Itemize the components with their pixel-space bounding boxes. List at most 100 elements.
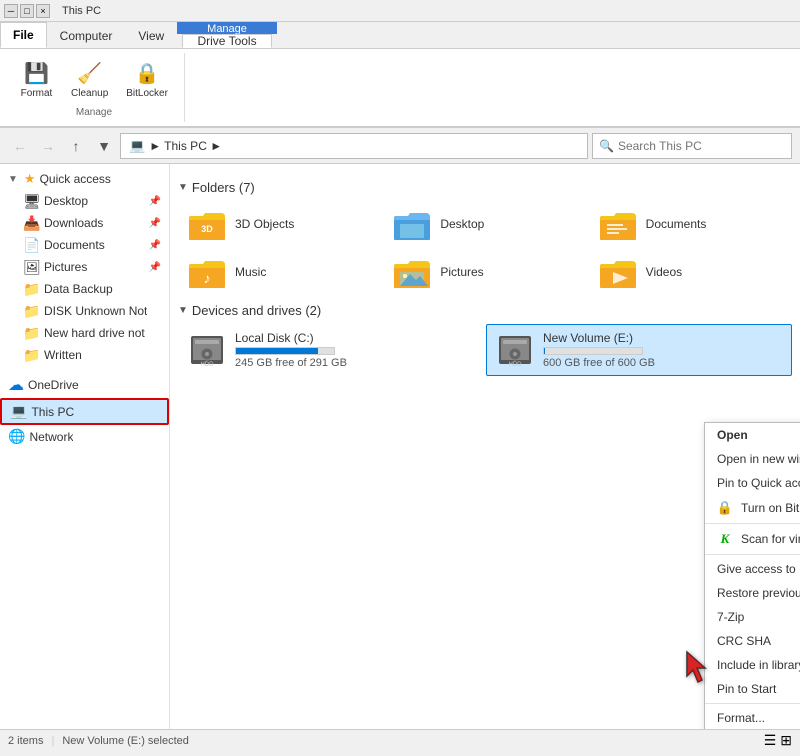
sidebar-item-downloads[interactable]: 📥 Downloads 📌 (0, 212, 169, 234)
ribbon-btn-cleanup[interactable]: 🧹 Cleanup (65, 57, 114, 103)
sidebar-item-quick-access[interactable]: ▼ ★ Quick access (0, 168, 169, 190)
new-hard-drive-icon: 📁 (24, 325, 40, 341)
ctx-7zip[interactable]: 7-Zip ► (705, 605, 800, 629)
sidebar-item-data-backup[interactable]: 📁 Data Backup (0, 278, 169, 300)
forward-btn[interactable]: → (36, 134, 60, 158)
ctx-open-new-window[interactable]: Open in new window (705, 447, 800, 471)
folder-item-desktop[interactable]: Desktop (383, 201, 586, 247)
ctx-pin-quick-access[interactable]: Pin to Quick access (705, 471, 800, 495)
close-btn[interactable]: × (36, 4, 50, 18)
address-path: ► This PC ► (149, 139, 222, 153)
ctx-include-library-label: Include in library (717, 658, 800, 672)
tab-drive-tools[interactable]: Drive Tools (182, 34, 271, 48)
folders-section-label: Folders (7) (192, 180, 255, 195)
ctx-bitlocker[interactable]: 🔒 Turn on BitLocker (705, 495, 800, 521)
ribbon-btn-bitlocker[interactable]: 🔒 BitLocker (120, 57, 174, 103)
sidebar-item-this-pc[interactable]: 💻 This PC (0, 398, 169, 425)
status-items-count: 2 items (8, 735, 43, 747)
pin-icon-downloads: 📌 (149, 218, 161, 229)
folder-videos-label: Videos (646, 265, 682, 279)
drive-e-bar (544, 348, 545, 354)
ctx-format[interactable]: Format... (705, 706, 800, 729)
folder-3d-icon: 3D (187, 206, 227, 242)
folder-item-3d-objects[interactable]: 3D 3D Objects (178, 201, 381, 247)
search-box: 🔍 (592, 133, 792, 159)
address-box[interactable]: 💻 ► This PC ► (120, 133, 588, 159)
sidebar-item-pictures[interactable]: 🖼 Pictures 📌 (0, 256, 169, 278)
drive-c-space: 245 GB free of 291 GB (235, 357, 347, 369)
folder-item-pictures[interactable]: Pictures (383, 249, 586, 295)
sidebar-item-onedrive[interactable]: ☁ OneDrive (0, 372, 169, 398)
drive-item-c[interactable]: HDD Local Disk (C:) 245 GB free of 291 G… (178, 324, 484, 376)
sidebar-onedrive-label: OneDrive (28, 378, 79, 392)
view-tiles-btn[interactable]: ⊞ (780, 732, 792, 749)
tab-computer[interactable]: Computer (47, 22, 126, 48)
search-icon: 🔍 (599, 139, 614, 153)
drive-e-icon: HDD (495, 332, 535, 368)
search-input[interactable] (618, 139, 785, 153)
recent-btn[interactable]: ▼ (92, 134, 116, 158)
ctx-scan-viruses-label: Scan for viruses (741, 532, 800, 546)
sidebar-item-written[interactable]: 📁 Written (0, 344, 169, 366)
disk-unknown-icon: 📁 (24, 303, 40, 319)
manage-top-tab: Manage (177, 22, 277, 34)
svg-text:♪: ♪ (204, 270, 211, 286)
sidebar-item-disk-unknown[interactable]: 📁 DISK Unknown Not (0, 300, 169, 322)
back-btn[interactable]: ← (8, 134, 32, 158)
sidebar-item-desktop[interactable]: 🖥 Desktop 📌 (0, 190, 169, 212)
pin-icon-pictures: 📌 (149, 262, 161, 273)
ctx-restore-versions[interactable]: Restore previous versions (705, 581, 800, 605)
ctx-crc-sha[interactable]: CRC SHA ► (705, 629, 800, 653)
folder-item-documents[interactable]: Documents (589, 201, 792, 247)
titlebar-text: This PC (62, 5, 101, 17)
desktop-icon: 🖥 (24, 193, 40, 209)
sidebar-item-documents[interactable]: 📄 Documents 📌 (0, 234, 169, 256)
sidebar-disk-unknown-label: DISK Unknown Not (44, 304, 147, 318)
main-layout: ▼ ★ Quick access 🖥 Desktop 📌 📥 Downloads… (0, 164, 800, 729)
folders-grid: 3D 3D Objects Desktop Documents ♪ (178, 201, 792, 295)
statusbar: 2 items | New Volume (E:) selected ☰ ⊞ (0, 729, 800, 751)
onedrive-icon: ☁ (8, 375, 24, 395)
ctx-open[interactable]: Open (705, 423, 800, 447)
minimize-btn[interactable]: ─ (4, 4, 18, 18)
drive-c-icon: HDD (187, 332, 227, 368)
sidebar-downloads-label: Downloads (44, 216, 103, 230)
drives-section-header[interactable]: ▼ Devices and drives (2) (178, 303, 792, 318)
view-details-btn[interactable]: ☰ (764, 732, 777, 749)
bitlocker-ctx-icon: 🔒 (717, 500, 733, 516)
sidebar-desktop-label: Desktop (44, 194, 88, 208)
addressbar: ← → ↑ ▼ 💻 ► This PC ► 🔍 (0, 128, 800, 164)
this-pc-icon: 💻 (10, 403, 27, 420)
titlebar-controls: ─ □ × (4, 4, 50, 18)
folder-documents-label: Documents (646, 217, 707, 231)
downloads-icon: 📥 (24, 215, 40, 231)
ribbon-content: 💾 Format 🧹 Cleanup 🔒 BitLocker Manage (0, 49, 800, 127)
sidebar-item-new-hard-drive[interactable]: 📁 New hard drive not (0, 322, 169, 344)
sidebar-network-label: Network (29, 430, 73, 444)
drive-c-name: Local Disk (C:) (235, 331, 347, 345)
ribbon-section-manage: 💾 Format 🧹 Cleanup 🔒 BitLocker Manage (4, 53, 185, 122)
ctx-include-library[interactable]: Include in library ► (705, 653, 800, 677)
ctx-pin-start[interactable]: Pin to Start (705, 677, 800, 701)
ribbon-btn-format[interactable]: 💾 Format (14, 57, 59, 103)
folders-section-header[interactable]: ▼ Folders (7) (178, 180, 792, 195)
up-btn[interactable]: ↑ (64, 134, 88, 158)
drives-grid: HDD Local Disk (C:) 245 GB free of 291 G… (178, 324, 792, 376)
ctx-give-access[interactable]: Give access to ► (705, 557, 800, 581)
bitlocker-icon: 🔒 (135, 61, 160, 86)
folder-3d-label: 3D Objects (235, 217, 294, 231)
maximize-btn[interactable]: □ (20, 4, 34, 18)
ctx-give-access-label: Give access to (717, 562, 796, 576)
folder-music-label: Music (235, 265, 266, 279)
tab-file[interactable]: File (0, 22, 47, 48)
tab-view[interactable]: View (125, 22, 177, 48)
ctx-scan-viruses[interactable]: K Scan for viruses (705, 526, 800, 552)
pin-icon-documents: 📌 (149, 240, 161, 251)
sidebar-pictures-label: Pictures (44, 260, 87, 274)
folder-item-music[interactable]: ♪ Music (178, 249, 381, 295)
sidebar-item-network[interactable]: 🌐 Network (0, 425, 169, 448)
folder-item-videos[interactable]: Videos (589, 249, 792, 295)
drive-item-e[interactable]: HDD New Volume (E:) 600 GB free of 600 G… (486, 324, 792, 376)
drive-e-info: New Volume (E:) 600 GB free of 600 GB (543, 331, 655, 369)
format-icon: 💾 (24, 61, 49, 86)
